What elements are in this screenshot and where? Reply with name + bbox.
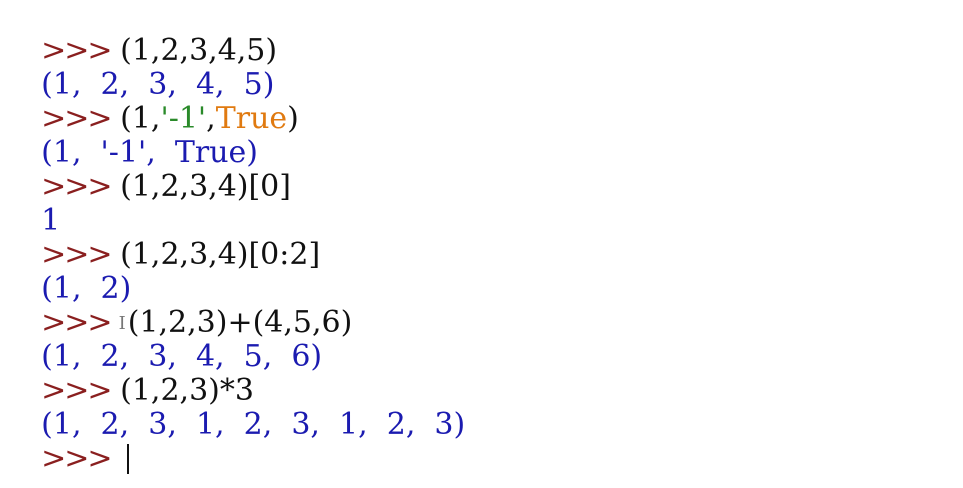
input-line-2: >>> (1,'-1',True): [3, 68, 299, 136]
output-line-4: (1, 2): [3, 238, 131, 306]
text-cursor[interactable]: [126, 444, 129, 474]
code-text: (1,2,3,4)[0]: [110, 169, 291, 204]
code-text: (1,2,3,4)[0:2]: [110, 237, 321, 272]
input-line-1: >>> (1,2,3,4,5): [3, 0, 277, 68]
input-line-3: >>> (1,2,3,4)[0]: [3, 136, 291, 204]
input-line-6: >>> (1,2,3)*3: [3, 340, 254, 408]
output-line-5: (1, 2, 3, 4, 5, 6): [3, 306, 322, 374]
active-input-line[interactable]: >>>: [3, 408, 129, 476]
code-text: ): [287, 101, 299, 136]
output-line-2: (1, '-1', True): [3, 102, 258, 170]
output-line-6: (1, 2, 3, 1, 2, 3, 1, 2, 3): [3, 374, 465, 442]
python-shell[interactable]: >>> (1,2,3,4,5) (1, 2, 3, 4, 5) >>> (1,'…: [0, 0, 963, 488]
prompt: >>>: [41, 441, 112, 476]
input-line-4: >>> (1,2,3,4)[0:2]: [3, 204, 320, 272]
input-line-5: >>> I(1,2,3)+(4,5,6): [3, 272, 352, 340]
output-line-3: 1: [3, 170, 60, 238]
output-line-1: (1, 2, 3, 4, 5): [3, 34, 274, 102]
